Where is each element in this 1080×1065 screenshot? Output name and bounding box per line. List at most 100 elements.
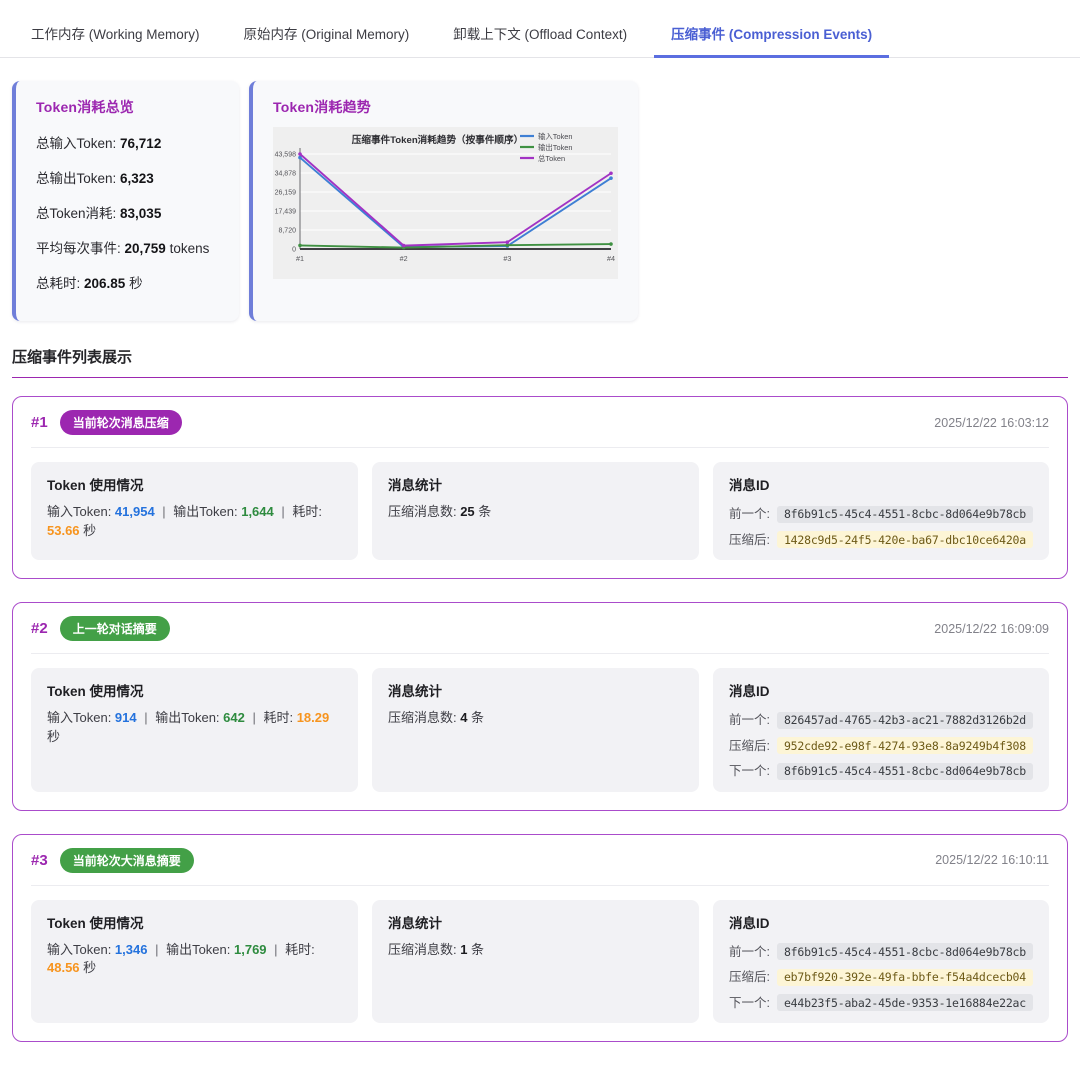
message-id-row: 下一个:8f6b91c5-45c4-4551-8cbc-8d064e9b78cb [729,760,1033,780]
message-count-unit: 条 [475,504,492,519]
message-id-value: eb7bf920-392e-49fa-bbfe-f54a4dcecb04 [777,969,1033,986]
event-type-badge: 当前轮次消息压缩 [60,410,182,435]
event-header: #2上一轮对话摘要2025/12/22 16:09:09 [31,616,1049,654]
summary-stat-line: 平均每次事件: 20,759 tokens [36,237,219,257]
token-usage-line: 输入Token: 914 | 输出Token: 642 | 耗时: 18.29 … [47,709,342,747]
message-id-value: 8f6b91c5-45c4-4551-8cbc-8d064e9b78cb [777,763,1033,780]
message-count-line: 压缩消息数: 1 条 [388,941,683,960]
event-number: #2 [31,620,48,637]
stat-label: 总Token消耗: [36,206,120,221]
message-id-row: 前一个:826457ad-4765-42b3-ac21-7882d3126b2d [729,709,1033,729]
message-id-row: 前一个: 8f6b91c5-45c4-4551-8cbc-8d064e9b78cb [729,503,1033,523]
events-section-divider [12,377,1068,378]
summary-row: Token消耗总览 总输入Token: 76,712 总输出Token: 6,32… [0,58,1080,321]
message-id-label: 前一个: [729,941,770,960]
message-stats-box: 消息统计压缩消息数: 4 条 [372,668,699,792]
summary-stat-line: 总输出Token: 6,323 [36,167,219,187]
svg-text:输出Token: 输出Token [538,143,573,152]
duration-value: 48.56 [47,960,80,975]
message-ids-title: 消息ID [729,912,1033,932]
message-count-label: 压缩消息数: [388,942,460,957]
token-usage-line: 输入Token: 41,954 | 输出Token: 1,644 | 耗时: 5… [47,503,342,541]
event-type-badge: 当前轮次大消息摘要 [60,848,194,873]
message-count-value: 25 [460,504,474,519]
token-summary-stats: 总输入Token: 76,712 总输出Token: 6,323 总Token消耗:… [36,132,219,292]
stat-label: 总耗时: [36,276,84,291]
svg-text:26,159: 26,159 [275,189,297,196]
summary-stat-line: 总输入Token: 76,712 [36,132,219,152]
message-ids-box: 消息ID前一个:8f6b91c5-45c4-4551-8cbc-8d064e9b… [713,462,1049,560]
stat-value: 83,035 [120,206,161,221]
tab-offload-context[interactable]: 卸载上下文 (Offload Context) [436,14,644,58]
svg-text:#4: #4 [607,254,615,263]
svg-text:#1: #1 [296,254,304,263]
svg-text:#3: #3 [503,254,511,263]
event-card: #1当前轮次消息压缩2025/12/22 16:03:12Token 使用情况输… [12,396,1068,579]
output-token-value: 1,644 [241,504,274,519]
token-summary-title: Token消耗总览 [36,97,219,117]
input-token-label: 输入Token: [47,942,115,957]
token-usage-title: Token 使用情况 [47,912,342,932]
message-id-value: 952cde92-e98f-4274-93e8-8a9249b4f308 [777,737,1033,754]
message-count-line: 压缩消息数: 25 条 [388,503,683,522]
event-timestamp: 2025/12/22 16:10:11 [935,853,1049,867]
tab-compression-events[interactable]: 压缩事件 (Compression Events) [654,14,889,58]
tab-bar: 工作内存 (Working Memory)原始内存 (Original Memo… [0,0,1080,58]
stat-value: 76,712 [120,136,161,151]
separator: | [155,504,174,519]
stat-suffix: 秒 [125,276,142,291]
message-id-value: 826457ad-4765-42b3-ac21-7882d3126b2d [777,712,1033,729]
event-info-grid: Token 使用情况输入Token: 41,954 | 输出Token: 1,6… [31,462,1049,560]
svg-text:#2: #2 [400,254,408,263]
message-id-label: 前一个: [729,503,770,522]
event-type-badge: 上一轮对话摘要 [60,616,170,641]
svg-text:压缩事件Token消耗趋势（按事件顺序）: 压缩事件Token消耗趋势（按事件顺序） [352,134,523,146]
events-section-title: 压缩事件列表展示 [12,346,1068,367]
duration-label: 耗时: [292,504,322,519]
summary-stat-line: 总耗时: 206.85 秒 [36,272,219,292]
event-card: #2上一轮对话摘要2025/12/22 16:09:09Token 使用情况输入… [12,602,1068,811]
svg-text:34,878: 34,878 [275,171,297,178]
message-id-row: 压缩后:1428c9d5-24f5-420e-ba67-dbc10ce6420a [729,529,1033,549]
output-token-value: 1,769 [234,942,267,957]
svg-text:43,598: 43,598 [275,152,297,159]
stat-value: 6,323 [120,171,154,186]
output-token-label: 输出Token: [166,942,234,957]
input-token-label: 输入Token: [47,504,115,519]
message-id-label: 压缩后: [729,735,770,754]
token-usage-line: 输入Token: 1,346 | 输出Token: 1,769 | 耗时: 48… [47,941,342,979]
separator: | [137,710,156,725]
message-stats-title: 消息统计 [388,680,683,700]
tab-working-memory[interactable]: 工作内存 (Working Memory) [14,14,217,58]
separator: | [267,942,286,957]
event-timestamp: 2025/12/22 16:03:12 [934,416,1049,430]
token-usage-box: Token 使用情况输入Token: 1,346 | 输出Token: 1,76… [31,900,358,1024]
stat-label: 平均每次事件: [36,241,125,256]
message-id-value: 8f6b91c5-45c4-4551-8cbc-8d064e9b78cb [777,943,1033,960]
token-summary-panel: Token消耗总览 总输入Token: 76,712 总输出Token: 6,32… [12,81,239,321]
tab-original-memory[interactable]: 原始内存 (Original Memory) [227,14,427,58]
message-id-label: 下一个: [729,992,770,1011]
svg-text:总Token: 总Token [538,154,565,163]
event-header: #3当前轮次大消息摘要2025/12/22 16:10:11 [31,848,1049,886]
token-trend-title: Token消耗趋势 [273,97,618,117]
output-token-value: 642 [223,710,245,725]
duration-value: 18.29 [297,710,330,725]
message-id-value: 8f6b91c5-45c4-4551-8cbc-8d064e9b78cb [777,506,1033,523]
stat-label: 总输出Token: [36,171,120,186]
svg-text:输入Token: 输入Token [538,132,573,141]
event-card: #3当前轮次大消息摘要2025/12/22 16:10:11Token 使用情况… [12,834,1068,1043]
message-id-value: e44b23f5-aba2-45de-9353-1e16884e22ac [777,994,1033,1011]
message-ids-box: 消息ID 前一个: 8f6b91c5-45c4-4551-8cbc-8d064e9b… [713,900,1049,1024]
duration-unit: 秒 [47,729,60,744]
message-id-row: 前一个: 8f6b91c5-45c4-4551-8cbc-8d064e9b78cb [729,941,1033,961]
message-count-label: 压缩消息数: [388,504,460,519]
message-count-unit: 条 [467,942,484,957]
message-id-row: 下一个: e44b23f5-aba2-45de-9353-1e16884e22ac [729,992,1033,1012]
stat-value: 20,759 [125,241,166,256]
message-ids-title: 消息ID [729,680,1033,700]
message-id-value: 1428c9d5-24f5-420e-ba67-dbc10ce6420a [777,531,1033,548]
token-usage-title: Token 使用情况 [47,474,342,494]
input-token-value: 1,346 [115,942,148,957]
message-count-line: 压缩消息数: 4 条 [388,709,683,728]
